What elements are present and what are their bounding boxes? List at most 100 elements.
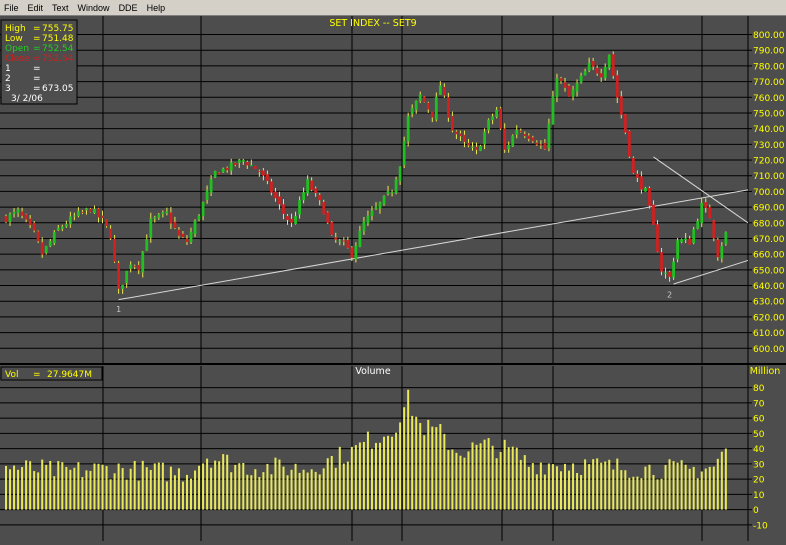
candle-body bbox=[611, 54, 615, 76]
candle-body bbox=[635, 173, 639, 178]
candle-body bbox=[290, 218, 293, 223]
candle-body bbox=[631, 158, 635, 173]
candle-body bbox=[201, 201, 205, 217]
volume-bar bbox=[145, 467, 148, 510]
candle-body bbox=[503, 128, 507, 150]
legend-label: High bbox=[5, 24, 26, 34]
volume-bar bbox=[720, 451, 723, 510]
candle-body bbox=[282, 204, 285, 214]
volume-bar bbox=[467, 451, 470, 510]
price-tick-label: 670.00 bbox=[753, 235, 785, 245]
candle-body bbox=[567, 85, 571, 97]
volume-bar bbox=[270, 474, 273, 510]
candle-body bbox=[274, 191, 277, 199]
menu-file[interactable]: File bbox=[0, 3, 24, 13]
volume-legend-value: 27.9647M bbox=[47, 370, 92, 380]
chart-canvas[interactable]: 600.00 610.00 620.00 630.00 640.00 650.00 660.… bbox=[0, 16, 786, 541]
candle-body bbox=[640, 176, 643, 190]
candle-body bbox=[680, 239, 684, 243]
candle-body bbox=[370, 210, 374, 217]
legend-label: 2 bbox=[5, 74, 11, 84]
price-tick-label: 640.00 bbox=[753, 282, 785, 292]
volume-tick-label: 60 bbox=[753, 415, 765, 425]
candle-body bbox=[551, 96, 555, 125]
candle-body bbox=[249, 165, 253, 167]
volume-bar bbox=[157, 462, 160, 510]
price-tick-label: 680.00 bbox=[753, 219, 785, 229]
volume-bar bbox=[278, 459, 281, 510]
candle-body bbox=[587, 63, 591, 71]
volume-bar bbox=[511, 446, 514, 510]
volume-bar bbox=[330, 455, 333, 510]
candle-body bbox=[450, 116, 454, 131]
volume-tick-label: 0 bbox=[753, 506, 759, 516]
chart-window: 600.00 610.00 620.00 630.00 640.00 650.00 660.… bbox=[0, 16, 786, 541]
price-tick-label: 730.00 bbox=[753, 141, 785, 151]
candle-body bbox=[4, 216, 8, 223]
candle-body bbox=[410, 108, 414, 114]
price-legend: High = 755.75Low = 751.48Open = 752.54Close = 75… bbox=[0, 19, 78, 105]
volume-bar bbox=[495, 458, 498, 510]
candle-body bbox=[442, 86, 446, 96]
menu-dde[interactable]: DDE bbox=[115, 3, 143, 13]
legend-eq: = bbox=[33, 24, 41, 34]
menu-text[interactable]: Text bbox=[48, 3, 74, 13]
volume-bar bbox=[117, 463, 120, 510]
candle-body bbox=[358, 230, 362, 247]
volume-bar bbox=[616, 458, 619, 510]
price-tick-label: 740.00 bbox=[753, 125, 785, 135]
price-tick-label: 770.00 bbox=[753, 78, 785, 88]
candle-body bbox=[28, 218, 32, 225]
legend-eq: = bbox=[33, 54, 41, 64]
volume-bar bbox=[515, 447, 518, 510]
legend-value: 673.05 bbox=[42, 84, 74, 94]
price-tick-label: 700.00 bbox=[753, 188, 785, 198]
volume-bar bbox=[455, 452, 458, 510]
volume-bar bbox=[306, 472, 309, 510]
volume-bar bbox=[81, 477, 84, 510]
volume-bar bbox=[77, 462, 80, 510]
volume-bar bbox=[190, 478, 192, 510]
volume-bar bbox=[133, 460, 136, 510]
volume-tick-label: -10 bbox=[753, 521, 768, 531]
menu-help[interactable]: Help bbox=[143, 3, 171, 13]
volume-bar bbox=[73, 467, 76, 510]
volume-bar bbox=[543, 474, 546, 510]
candle-body bbox=[463, 134, 466, 142]
volume-bar bbox=[266, 463, 269, 510]
volume-bar bbox=[491, 445, 494, 510]
candle-body bbox=[615, 75, 619, 98]
volume-bar bbox=[101, 464, 104, 510]
volume-bar bbox=[121, 468, 124, 510]
volume-bar bbox=[572, 463, 575, 510]
volume-bar bbox=[250, 475, 253, 510]
volume-bar bbox=[523, 455, 526, 510]
volume-tick-label: 80 bbox=[753, 384, 765, 394]
volume-bar bbox=[559, 471, 562, 510]
price-tick-label: 600.00 bbox=[753, 345, 785, 355]
candle-body bbox=[539, 144, 543, 146]
candle-body bbox=[161, 212, 165, 215]
candle-body bbox=[704, 202, 708, 208]
candle-body bbox=[302, 192, 306, 201]
volume-bar bbox=[169, 466, 172, 510]
volume-bar bbox=[628, 477, 631, 510]
candle-body bbox=[97, 208, 100, 218]
price-tick-label: 760.00 bbox=[753, 94, 785, 104]
volume-bar bbox=[439, 424, 442, 510]
menu-edit[interactable]: Edit bbox=[24, 3, 49, 13]
candle-body bbox=[696, 220, 700, 229]
price-tick-label: 610.00 bbox=[753, 329, 785, 339]
volume-bar bbox=[656, 479, 659, 510]
volume-bar bbox=[660, 478, 663, 510]
menu-window[interactable]: Window bbox=[74, 3, 115, 13]
volume-bar bbox=[580, 474, 583, 510]
candle-body bbox=[491, 116, 495, 121]
candle-body bbox=[213, 170, 217, 178]
volume-bar bbox=[226, 454, 229, 510]
candle-body bbox=[306, 179, 310, 194]
volume-bar bbox=[358, 442, 361, 510]
volume-bar bbox=[125, 479, 128, 510]
volume-bar bbox=[383, 436, 386, 510]
volume-bar bbox=[93, 463, 96, 510]
